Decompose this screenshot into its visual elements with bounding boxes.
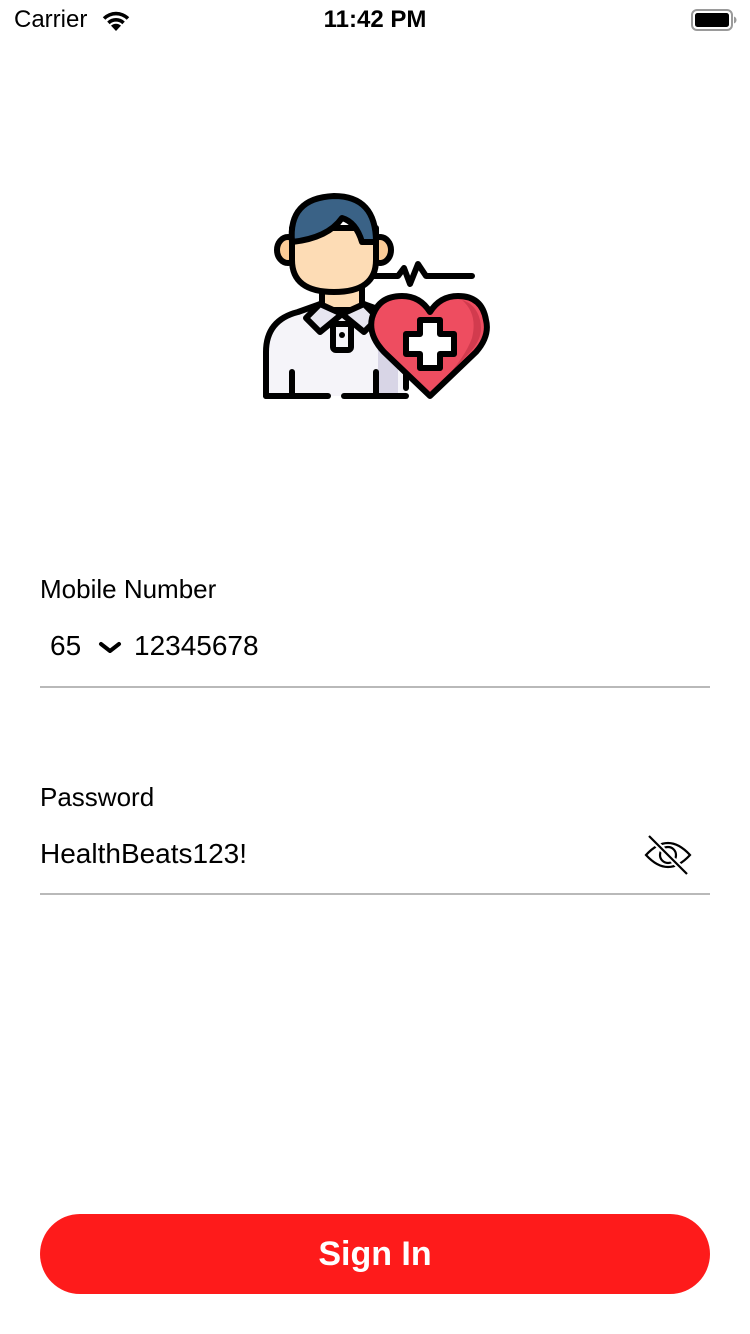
country-code-select[interactable]: 65 (50, 630, 81, 662)
sign-in-button[interactable]: Sign In (40, 1214, 710, 1294)
status-bar: Carrier 11:42 PM (0, 0, 750, 40)
password-label: Password (40, 782, 155, 812)
battery-full-icon (691, 9, 737, 31)
password-visibility-toggle[interactable] (640, 830, 696, 880)
mobile-number-underline (40, 686, 710, 688)
password-input[interactable] (40, 836, 630, 872)
password-underline (40, 893, 710, 895)
chevron-down-icon[interactable] (98, 640, 122, 656)
mobile-number-input[interactable] (134, 628, 674, 664)
eye-slash-icon (644, 833, 692, 877)
doctor-heart-illustration (263, 193, 490, 399)
login-screen: Carrier 11:42 PM Mobile Number 65 123456… (0, 0, 750, 1334)
status-time: 11:42 PM (323, 6, 427, 33)
mobile-number-label: Mobile Number (40, 574, 217, 604)
